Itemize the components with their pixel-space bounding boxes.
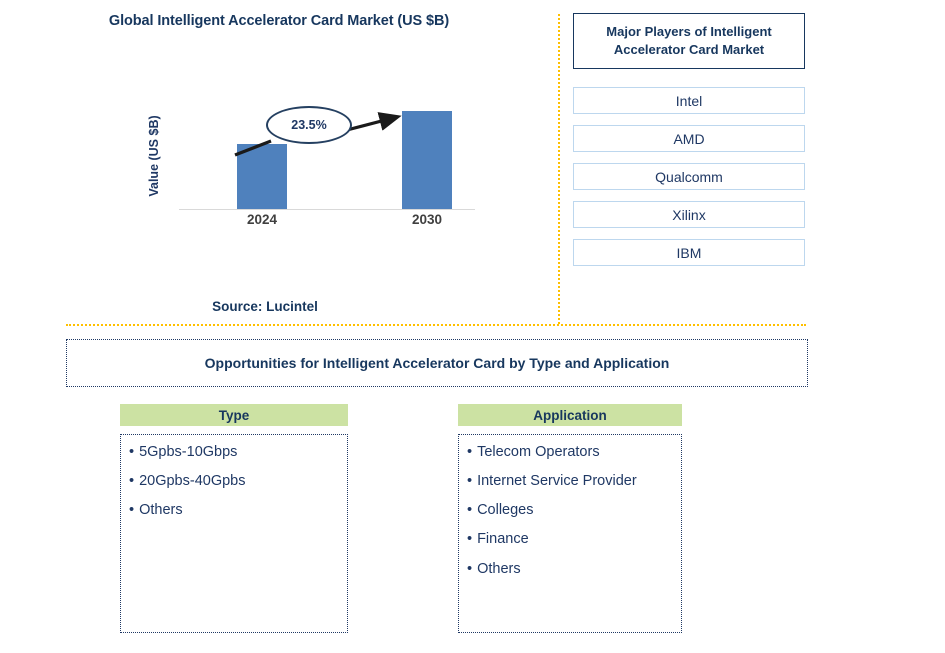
application-column-list: Telecom Operators Internet Service Provi… <box>458 434 682 633</box>
type-items: 5Gpbs-10Gbps 20Gpbs-40Gpbs Others <box>129 443 337 519</box>
bar-2024 <box>237 143 287 209</box>
chart-panel: Global Intelligent Accelerator Card Mark… <box>0 0 558 325</box>
opportunities-banner-text: Opportunities for Intelligent Accelerato… <box>204 355 670 371</box>
chart-plot-area: 2024 2030 23.5% <box>179 100 475 227</box>
list-item: Others <box>467 560 671 578</box>
x-tick-label-2030: 2030 <box>411 212 443 227</box>
major-players-title: Major Players of Intelligent Accelerator… <box>573 13 805 70</box>
player-name: Intel <box>675 92 703 109</box>
x-axis-line <box>179 209 475 210</box>
application-column-header: Application <box>458 404 682 426</box>
list-item: 5Gpbs-10Gbps <box>129 443 337 461</box>
y-axis-label: Value (US $B) <box>147 115 161 197</box>
list-item: Internet Service Provider <box>467 472 671 490</box>
type-column-list: 5Gpbs-10Gbps 20Gpbs-40Gpbs Others <box>120 434 348 633</box>
opportunities-banner: Opportunities for Intelligent Accelerato… <box>66 339 808 387</box>
player-name: IBM <box>676 244 702 261</box>
player-item: IBM <box>573 239 805 267</box>
player-name: AMD <box>673 130 705 147</box>
cagr-callout: 23.5% <box>266 106 352 144</box>
player-name: Xilinx <box>672 206 706 223</box>
player-name: Qualcomm <box>655 168 723 185</box>
bar-chart: Value (US $B) 2024 2030 23.5% <box>147 100 475 227</box>
list-item: 20Gpbs-40Gpbs <box>129 472 337 490</box>
major-players-panel: Major Players of Intelligent Accelerator… <box>573 13 805 267</box>
application-items: Telecom Operators Internet Service Provi… <box>467 443 671 578</box>
type-column-header: Type <box>120 404 348 426</box>
cagr-value: 23.5% <box>291 118 327 132</box>
list-item: Others <box>129 501 337 519</box>
player-item: Xilinx <box>573 201 805 229</box>
horizontal-divider <box>66 324 806 326</box>
list-item: Finance <box>467 530 671 548</box>
player-item: AMD <box>573 125 805 153</box>
player-item: Intel <box>573 87 805 115</box>
vertical-divider <box>558 14 560 324</box>
player-item: Qualcomm <box>573 163 805 191</box>
list-item: Telecom Operators <box>467 443 671 461</box>
chart-title: Global Intelligent Accelerator Card Mark… <box>108 13 450 29</box>
source-label: Source: Lucintel <box>212 299 318 314</box>
major-players-list: Intel AMD Qualcomm Xilinx IBM <box>573 87 805 267</box>
list-item: Colleges <box>467 501 671 519</box>
x-tick-label-2024: 2024 <box>246 212 278 227</box>
bar-2030 <box>402 110 452 209</box>
